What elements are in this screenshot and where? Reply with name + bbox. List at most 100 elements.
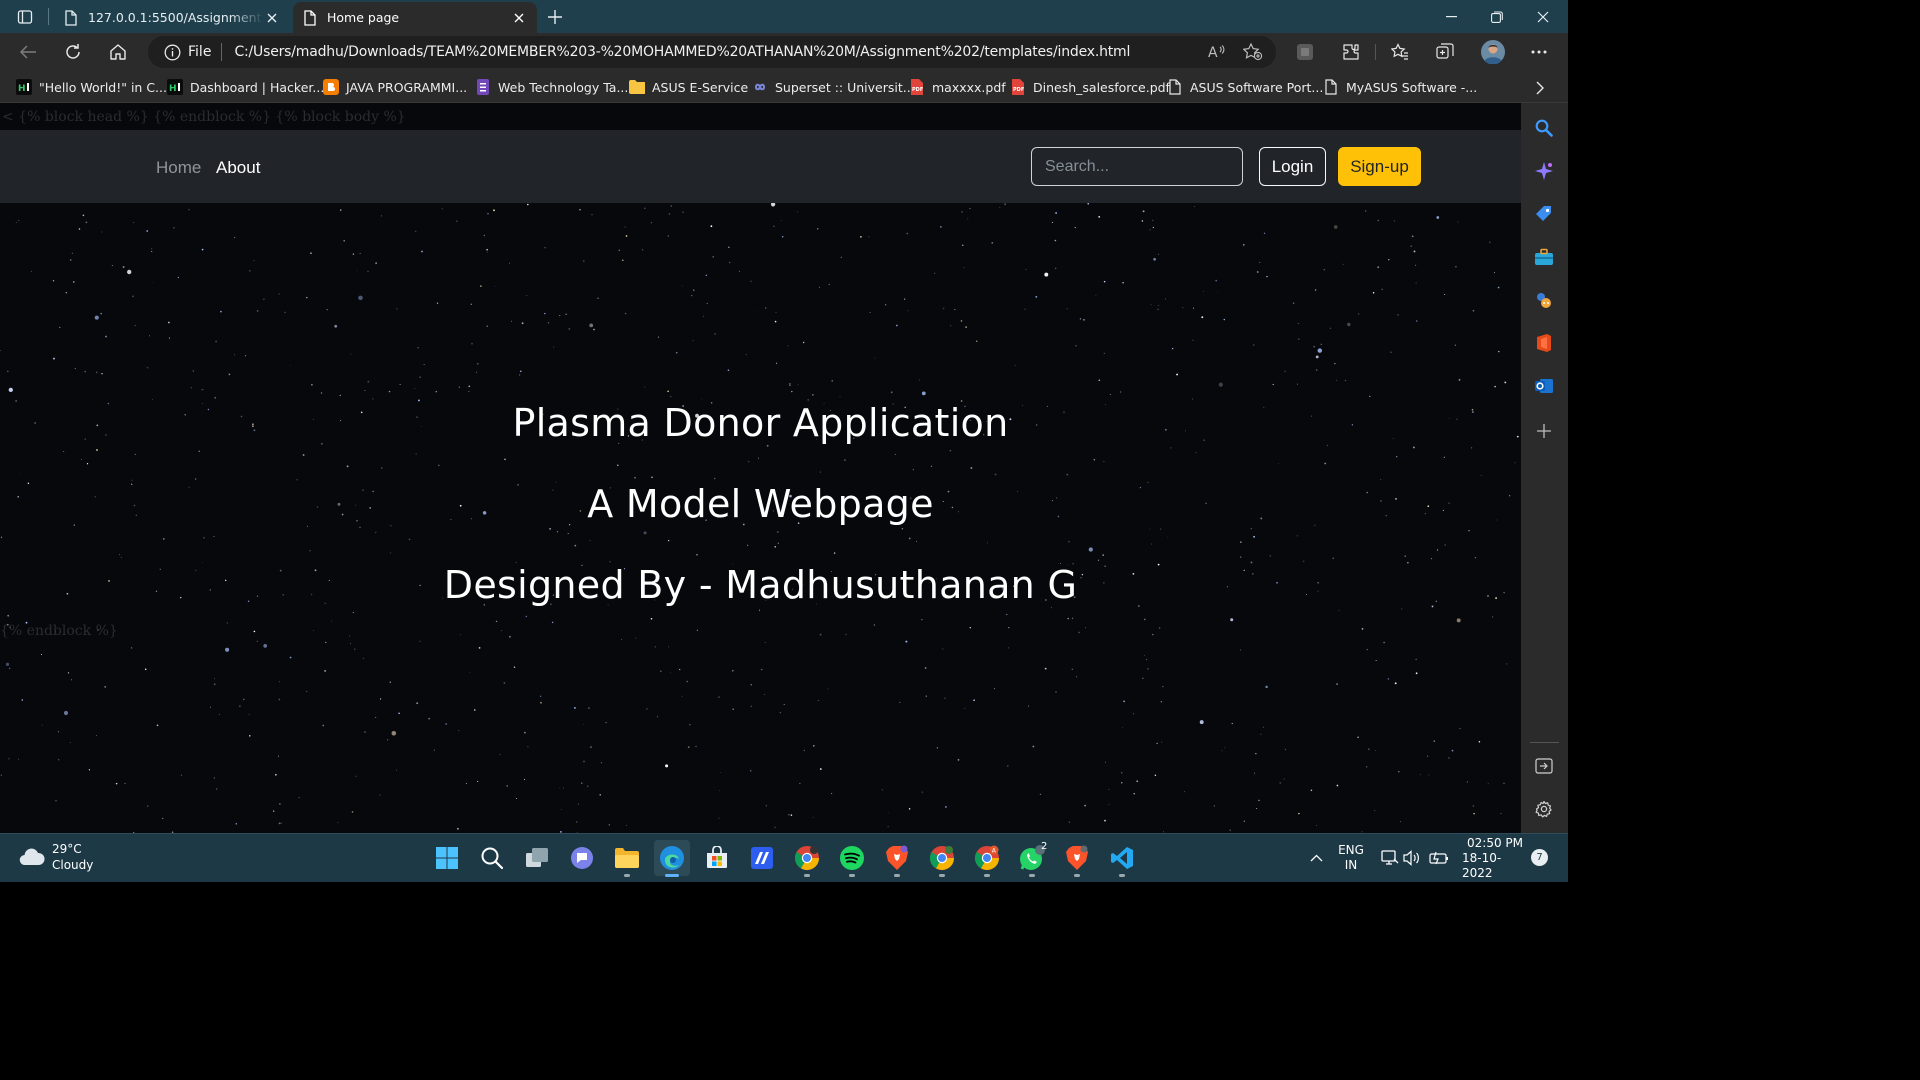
office-icon[interactable] — [1533, 332, 1555, 354]
edge-icon — [659, 845, 685, 871]
running-indicator — [1119, 874, 1125, 877]
show-hidden-icons-chevron-up-icon[interactable] — [1308, 850, 1324, 866]
tools-briefcase-icon[interactable] — [1533, 246, 1555, 268]
brave-button[interactable] — [879, 840, 915, 877]
tab-actions-icon[interactable] — [2, 0, 48, 33]
search-icon[interactable] — [1533, 117, 1555, 139]
tab-separator — [48, 8, 49, 25]
task-view-button[interactable] — [519, 840, 555, 876]
store-icon — [705, 846, 729, 870]
weather-widget[interactable]: 29°C Cloudy — [18, 841, 93, 873]
shopping-tag-icon[interactable] — [1533, 203, 1555, 225]
folder-icon — [629, 79, 645, 95]
restore-icon[interactable] — [1474, 0, 1520, 33]
extension-app-icon[interactable] — [1288, 37, 1322, 67]
microsoft-store-button[interactable] — [699, 840, 735, 876]
signup-button[interactable]: Sign-up — [1338, 147, 1421, 186]
chrome-profile-button[interactable]: A — [969, 840, 1005, 877]
bookmark-item[interactable]: ASUS Software Port... — [1167, 78, 1323, 96]
running-indicator — [804, 874, 810, 877]
battery-icon[interactable] — [1428, 849, 1450, 867]
sidebar-divider — [1530, 742, 1559, 743]
windows-taskbar: 29°C Cloudy A 2 ENG IN 02:50 PM 18-10-20… — [0, 833, 1568, 882]
chat-icon — [570, 846, 594, 870]
bookmark-item[interactable]: H "Hello World!" in C... — [16, 78, 167, 96]
teams-chat-button[interactable] — [564, 840, 600, 876]
more-menu-icon[interactable] — [1522, 37, 1556, 67]
minimize-icon[interactable] — [1428, 0, 1474, 33]
chrome-button[interactable] — [789, 840, 825, 877]
brave-icon — [885, 845, 909, 871]
tab-assignment[interactable]: 127.0.0.1:5500/Assignment 1/Main — [54, 2, 290, 33]
running-indicator — [849, 874, 855, 877]
vs-code-button[interactable] — [1104, 840, 1140, 877]
login-button[interactable]: Login — [1259, 147, 1326, 186]
back-icon[interactable] — [11, 37, 45, 67]
spotify-button[interactable] — [834, 840, 870, 877]
brave-profile-button[interactable] — [1059, 840, 1095, 877]
bookmark-label: ASUS Software Port... — [1190, 79, 1324, 95]
bookmark-label: "Hello World!" in C... — [39, 79, 167, 95]
add-sidebar-app-icon[interactable] — [1533, 420, 1555, 442]
outlook-icon[interactable] — [1533, 375, 1555, 397]
bookmark-item[interactable]: Superset :: Universit... — [752, 78, 915, 96]
info-icon[interactable] — [164, 44, 181, 61]
network-icon[interactable] — [1380, 849, 1400, 867]
edge-button[interactable] — [654, 840, 690, 877]
add-favorite-icon[interactable] — [1242, 42, 1264, 62]
search-input[interactable] — [1031, 147, 1243, 186]
volume-icon[interactable] — [1402, 849, 1422, 867]
start-button[interactable] — [429, 840, 465, 876]
chrome-icon — [794, 845, 820, 871]
chrome-icon — [929, 845, 955, 871]
taskbar-search-button[interactable] — [474, 840, 510, 876]
nav-link-home[interactable]: Home — [156, 158, 201, 178]
url-text[interactable]: C:/Users/madhu/Downloads/TEAM%20MEMBER%2… — [234, 44, 1130, 60]
address-bar[interactable]: File C:/Users/madhu/Downloads/TEAM%20MEM… — [148, 36, 1276, 68]
bookmark-item[interactable]: JAVA PROGRAMMI... — [323, 78, 467, 96]
nav-link-about[interactable]: About — [216, 158, 260, 178]
collections-icon[interactable] — [1428, 37, 1462, 67]
whatsapp-button[interactable]: 2 — [1014, 840, 1050, 877]
refresh-icon[interactable] — [56, 37, 90, 67]
lang-code: ENG — [1338, 843, 1364, 857]
bookmark-item[interactable]: PDF Dinesh_salesforce.pdf — [1010, 78, 1170, 96]
extensions-icon[interactable] — [1334, 37, 1368, 67]
browser-titlebar: 127.0.0.1:5500/Assignment 1/Main Home pa… — [0, 0, 1568, 33]
lang-region: IN — [1344, 858, 1358, 872]
hide-sidebar-icon[interactable] — [1533, 755, 1555, 777]
bookmarks-overflow-icon[interactable] — [1536, 79, 1544, 97]
games-icon[interactable] — [1533, 289, 1555, 311]
notification-count-badge[interactable]: 7 — [1531, 849, 1548, 866]
running-indicator — [624, 874, 630, 877]
browser-toolbar: File C:/Users/madhu/Downloads/TEAM%20MEM… — [0, 33, 1568, 71]
language-indicator[interactable]: ENG IN — [1336, 842, 1366, 874]
page-icon — [303, 9, 317, 26]
tab-home-page[interactable]: Home page — [293, 2, 537, 33]
bookmark-item[interactable]: Web Technology Ta... — [475, 78, 628, 96]
read-aloud-icon[interactable]: A — [1206, 42, 1228, 62]
settings-gear-icon[interactable] — [1533, 798, 1555, 820]
profile-avatar[interactable] — [1476, 37, 1510, 67]
new-tab-icon[interactable] — [538, 0, 572, 33]
bookmark-item[interactable]: ASUS E-Service — [629, 78, 748, 96]
tab-title: 127.0.0.1:5500/Assignment 1/Main — [88, 10, 264, 25]
chrome-profile-button[interactable] — [924, 840, 960, 877]
home-icon[interactable] — [101, 37, 135, 67]
bookmark-item[interactable]: MyASUS Software -... — [1323, 78, 1477, 96]
close-tab-icon[interactable] — [511, 10, 527, 26]
bookmark-item[interactable]: PDF maxxxx.pdf — [909, 78, 1006, 96]
whatsapp-badge: 2 — [1041, 841, 1048, 852]
bookmark-item[interactable]: H Dashboard | Hacker... — [167, 78, 324, 96]
toolbar-divider — [1375, 44, 1376, 60]
running-indicator — [1029, 874, 1035, 877]
superset-icon — [752, 79, 768, 95]
bookmark-label: ASUS E-Service — [652, 79, 749, 95]
favorites-icon[interactable] — [1383, 37, 1417, 67]
close-tab-icon[interactable] — [264, 10, 280, 26]
clock[interactable]: 02:50 PM 18-10-2022 — [1462, 836, 1528, 880]
file-explorer-button[interactable] — [609, 840, 645, 877]
close-window-icon[interactable] — [1520, 0, 1566, 33]
taskbar-app-button[interactable] — [744, 840, 780, 876]
discover-icon[interactable] — [1533, 160, 1555, 182]
